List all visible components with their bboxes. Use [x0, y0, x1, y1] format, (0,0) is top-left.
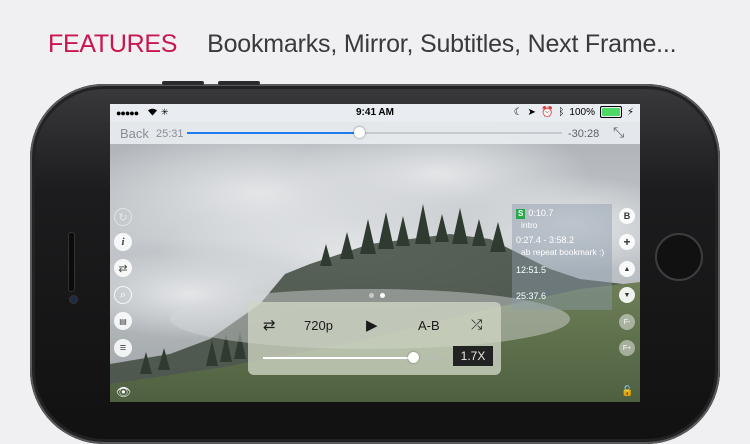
charging-icon: ⚡ [626, 106, 634, 118]
bookmark-panel: S 0:10.7 intro 0:27.4 - 3:58.2 ab repeat … [512, 204, 612, 310]
alarm-icon: ⏰ [540, 106, 554, 118]
chevron-down-icon[interactable]: ▼ [619, 287, 635, 303]
phone-top-button [162, 81, 204, 85]
bookmark-item[interactable]: 0:27.4 - 3:58.2 [516, 235, 574, 245]
page-dot-2 [380, 293, 385, 298]
battery-percent: 100% [569, 106, 595, 118]
filmstrip-icon[interactable]: ▤ [114, 312, 132, 330]
speed-slider-fill [263, 357, 414, 359]
phone-camera [69, 295, 78, 304]
shuffle-icon[interactable]: ⤮ [471, 316, 482, 333]
ab-repeat-button[interactable]: A-B [418, 318, 440, 333]
repeat-icon[interactable]: ⇄ [263, 316, 276, 334]
add-bookmark-button[interactable]: + [619, 234, 635, 250]
swap-icon[interactable]: ⇄ [114, 259, 132, 277]
seek-slider-thumb[interactable] [353, 127, 365, 138]
bookmark-button[interactable]: B [619, 208, 635, 224]
phone-speaker [68, 232, 75, 292]
moon-icon: ☾ [513, 106, 523, 118]
bluetooth-icon: ᛒ [558, 106, 565, 118]
bookmark-item[interactable]: S 0:10.7 [516, 208, 553, 219]
battery-icon [599, 106, 622, 118]
status-bar: ●●●●● ✳ 9:41 AM ☾ ➤ ⏰ ᛒ 100% ⚡ [110, 104, 640, 122]
seek-bar: Back 25:31 -30:28 ⤡ [110, 122, 640, 144]
bookmark-time: 0:10.7 [528, 208, 554, 218]
app-screen: ●●●●● ✳ 9:41 AM ☾ ➤ ⏰ ᛒ 100% ⚡ Back 25:3… [110, 104, 640, 402]
quality-button[interactable]: 720p [304, 318, 333, 333]
subtitle-badge: S [516, 209, 526, 219]
remaining-time: -30:28 [568, 128, 600, 140]
speed-slider[interactable] [263, 352, 440, 363]
page-dot-1 [369, 293, 374, 298]
playback-controls: ⇄ 720p ▶ A-B ⤮ 1.7X [248, 302, 501, 375]
location-icon: ➤ [527, 106, 536, 118]
headline: FEATURES Bookmarks, Mirror, Subtitles, N… [48, 28, 677, 60]
bookmark-item[interactable]: 12:51.5 [516, 265, 546, 275]
elapsed-time: 25:31 [156, 128, 184, 140]
next-frame-button[interactable]: F+ [619, 340, 635, 356]
status-right: ☾ ➤ ⏰ ᛒ 100% ⚡ [514, 106, 634, 118]
home-button[interactable] [655, 233, 703, 281]
eye-icon[interactable]: 👁 [116, 385, 131, 399]
rotate-icon[interactable]: ↻ [114, 208, 132, 226]
phone-top-button-2 [218, 81, 260, 85]
chevron-up-icon[interactable]: ▲ [619, 261, 635, 277]
lock-icon[interactable]: 🔓 [621, 386, 633, 397]
prev-frame-button[interactable]: F- [619, 314, 635, 330]
seek-slider-fill [187, 132, 360, 134]
features-heading: FEATURES [48, 29, 178, 58]
search-icon[interactable]: ⌕ [114, 286, 132, 304]
play-icon[interactable]: ▶ [366, 316, 378, 334]
speed-slider-thumb[interactable] [408, 352, 420, 363]
bookmark-note: ab repeat bookmark :) [521, 247, 605, 257]
back-button[interactable]: Back [120, 126, 149, 141]
seek-slider[interactable] [187, 127, 562, 138]
features-subtitle: Bookmarks, Mirror, Subtitles, Next Frame… [207, 29, 677, 58]
speed-value: 1.7X [453, 346, 493, 366]
info-icon[interactable]: i [114, 233, 132, 251]
menu-icon[interactable]: ≡ [114, 339, 132, 357]
bookmark-note: intro [521, 220, 538, 230]
fullscreen-expand-icon[interactable]: ⤡ [613, 124, 624, 141]
bookmark-item[interactable]: 25:37.6 [516, 291, 546, 301]
